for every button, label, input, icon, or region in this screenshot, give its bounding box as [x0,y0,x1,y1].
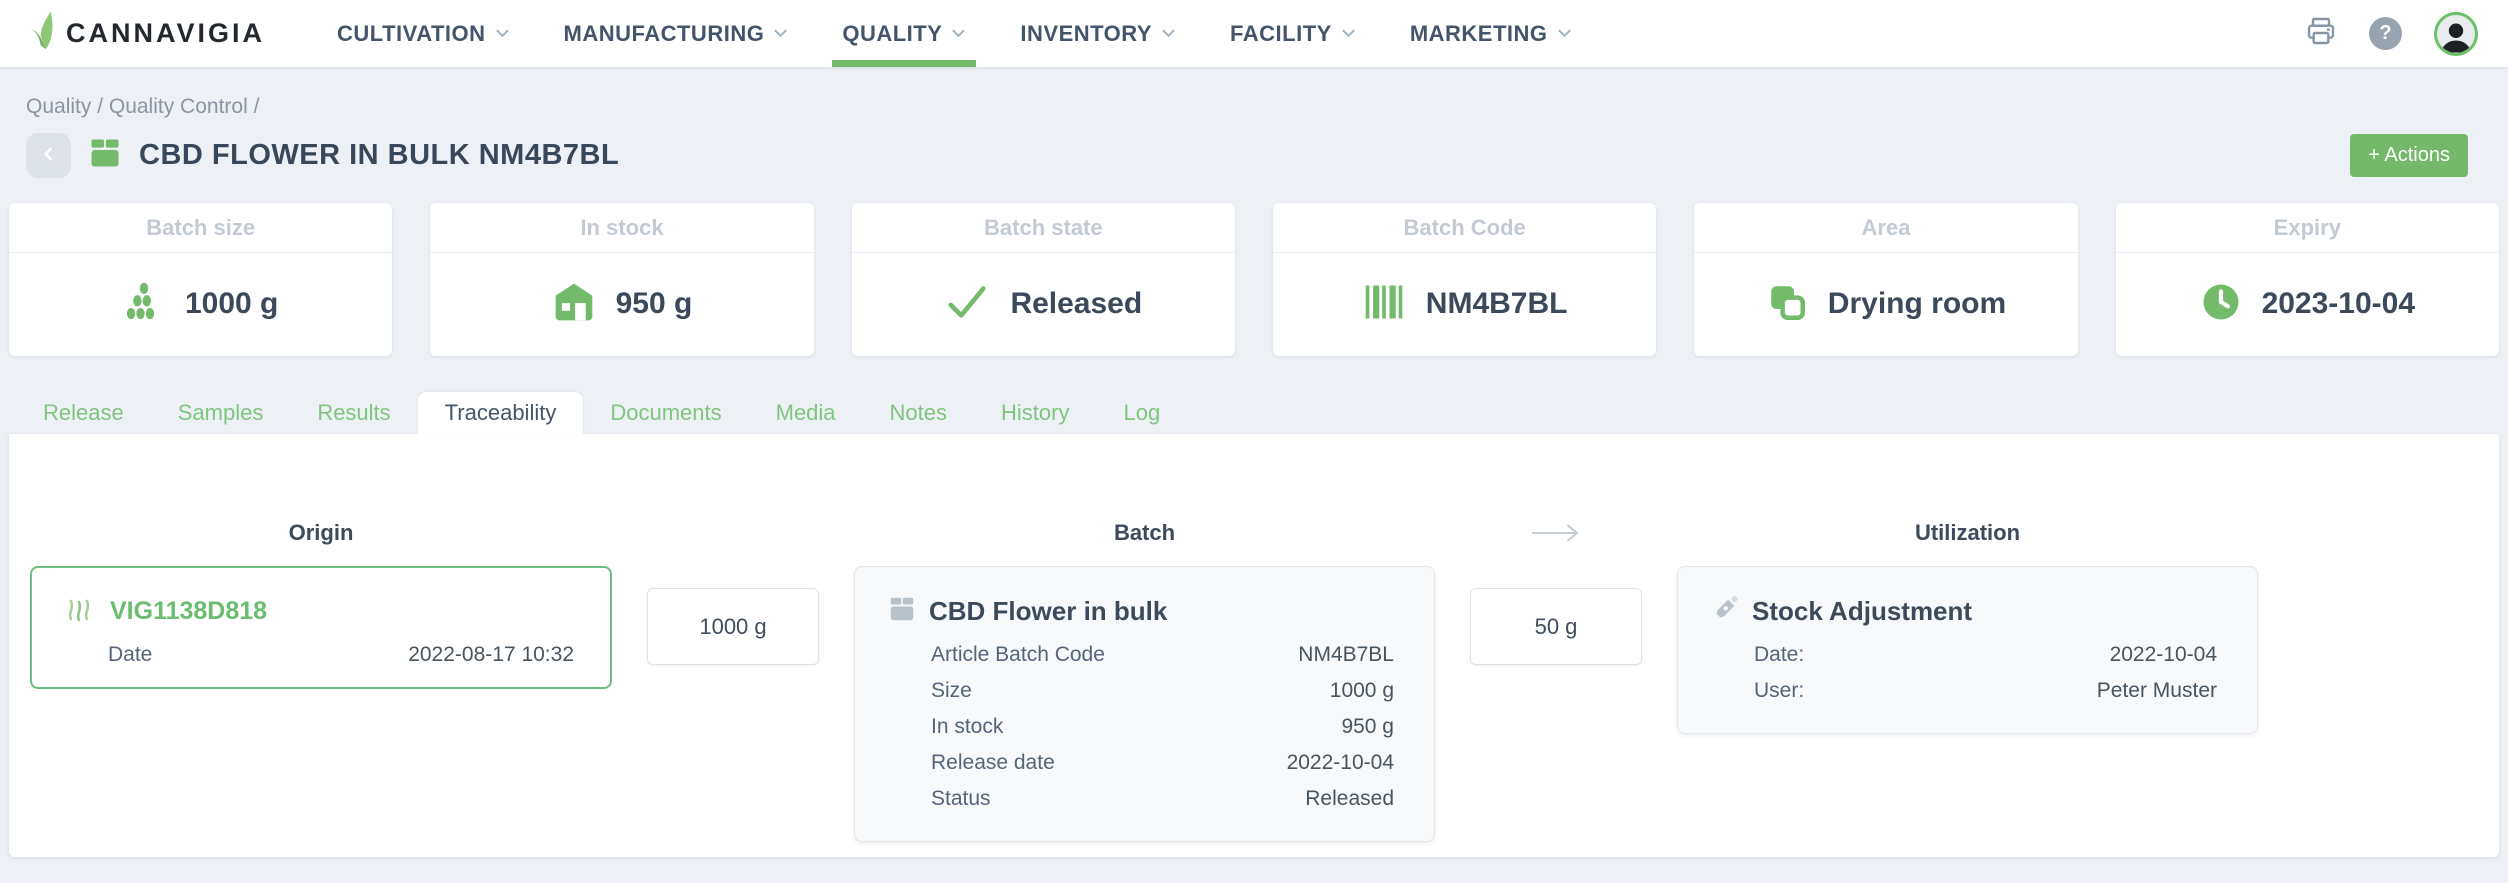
check-icon [944,279,990,330]
topbar: CANNAVIGIA CULTIVATION MANUFACTURING QUA… [0,0,2508,67]
tab-notes[interactable]: Notes [863,392,974,434]
chevron-down-icon [773,25,788,43]
title-row: CBD FLOWER IN BULK NM4B7BL + Actions [26,133,2508,178]
utilization-card: Stock Adjustment Date: 2022-10-04 User: … [1677,566,2258,734]
hemp-icon [64,594,98,629]
utilization-section-header: Utilization [1677,520,2258,546]
actions-button[interactable]: + Actions [2350,134,2468,177]
tab-samples[interactable]: Samples [151,392,291,434]
nav-item-facility[interactable]: FACILITY [1230,0,1356,67]
origin-card[interactable]: VIG1138D818 Date 2022-08-17 10:32 [30,566,612,689]
chevron-down-icon [951,25,966,43]
nav-item-quality[interactable]: QUALITY [842,0,966,67]
stat-cards: Batch size 1000 g In stock [0,203,2508,356]
package-icon [87,135,123,176]
breadcrumb[interactable]: Quality / Quality Control / [26,95,2508,119]
utilization-row-user: User: Peter Muster [1754,679,2217,703]
stat-card-batch-state: Batch state Released [852,203,1235,356]
batch-row-in-stock: In stock 950 g [931,715,1394,739]
utilization-quantity-box: 50 g [1470,588,1642,665]
barcode-icon [1362,280,1406,329]
cannavigia-logo[interactable]: CANNAVIGIA [26,10,265,57]
tab-history[interactable]: History [974,392,1096,434]
help-icon[interactable]: ? [2369,17,2402,50]
chevron-down-icon [1557,25,1572,43]
origin-date-row: Date 2022-08-17 10:32 [108,643,574,667]
tab-release[interactable]: Release [16,392,151,434]
chevron-left-icon [39,144,59,167]
brand-name: CANNAVIGIA [66,18,265,49]
topbar-right: ? [2305,12,2478,56]
chevron-down-icon [1161,25,1176,43]
back-button[interactable] [26,133,71,178]
batch-row-release-date: Release date 2022-10-04 [931,751,1394,775]
utilization-row-date: Date: 2022-10-04 [1754,643,2217,667]
flow-arrow-icon [1470,520,1642,546]
tab-traceability[interactable]: Traceability [418,392,584,434]
nav-item-inventory[interactable]: INVENTORY [1020,0,1176,67]
pen-icon [1710,594,1740,629]
batch-section-header: Batch [854,520,1435,546]
tab-documents[interactable]: Documents [583,392,748,434]
stat-card-expiry: Expiry 2023-10-04 [2116,203,2499,356]
stat-card-area: Area Drying room [1694,203,2077,356]
nav-item-manufacturing[interactable]: MANUFACTURING [564,0,789,67]
nav-item-marketing[interactable]: MARKETING [1410,0,1572,67]
rooms-icon [1766,281,1808,328]
batch-row-status: Status Released [931,787,1394,811]
cluster-icon [123,281,165,328]
batch-card-title: CBD Flower in bulk [929,596,1167,627]
warehouse-icon [552,280,596,329]
clock-icon [2200,281,2242,328]
tab-log[interactable]: Log [1096,392,1187,434]
stat-card-batch-size: Batch size 1000 g [9,203,392,356]
origin-quantity-box: 1000 g [647,588,819,665]
origin-section-header: Origin [30,520,612,546]
user-avatar[interactable] [2434,12,2478,56]
printer-icon[interactable] [2305,15,2337,52]
tab-media[interactable]: Media [749,392,863,434]
chevron-down-icon [495,25,510,43]
package-icon [887,594,917,629]
utilization-card-title: Stock Adjustment [1752,596,1972,627]
page-title: CBD FLOWER IN BULK NM4B7BL [139,139,619,172]
tab-results[interactable]: Results [290,392,417,434]
stat-card-batch-code: Batch Code NM4B7BL [1273,203,1656,356]
detail-tabs: Release Samples Results Traceability Doc… [16,392,2508,434]
nav-item-cultivation[interactable]: CULTIVATION [337,0,509,67]
origin-card-title[interactable]: VIG1138D818 [110,597,267,626]
batch-row-article-code: Article Batch Code NM4B7BL [931,643,1394,667]
batch-row-size: Size 1000 g [931,679,1394,703]
traceability-panel: Origin Batch Utilization [9,434,2499,857]
stat-card-in-stock: In stock 950 g [430,203,813,356]
leaf-logo-icon [26,10,60,57]
main-navigation: CULTIVATION MANUFACTURING QUALITY INVENT… [337,0,1572,67]
batch-card: CBD Flower in bulk Article Batch Code NM… [854,566,1435,842]
chevron-down-icon [1341,25,1356,43]
traceability-flow: Origin Batch Utilization [30,516,2499,842]
app-screen: CANNAVIGIA CULTIVATION MANUFACTURING QUA… [0,0,2508,883]
